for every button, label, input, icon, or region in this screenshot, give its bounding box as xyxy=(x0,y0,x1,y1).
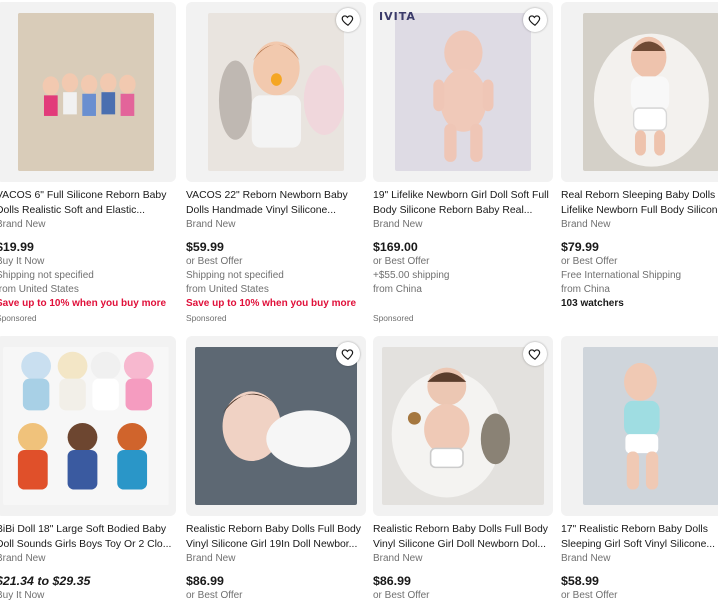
product-photo xyxy=(207,12,345,172)
purchase-format: Buy It Now xyxy=(0,256,45,267)
listing-image[interactable] xyxy=(561,2,718,182)
listing-price: $58.99 xyxy=(561,574,599,588)
listing-condition: Brand New xyxy=(186,553,236,564)
doll-picture xyxy=(394,12,532,172)
listing-card[interactable]: IVITA 19" Lifelike Newborn Girl Doll Sof… xyxy=(373,2,553,324)
product-photo xyxy=(582,346,718,506)
purchase-format: Buy It Now xyxy=(0,590,45,600)
sponsored-label: Sponsored xyxy=(186,313,227,323)
promo-text: Save up to 10% when you buy more xyxy=(186,298,357,309)
listing-card[interactable]: VACOS 22" Reborn Newborn Baby Dolls Hand… xyxy=(186,2,366,324)
purchase-format: or Best Offer xyxy=(373,590,430,600)
purchase-format: or Best Offer xyxy=(373,256,430,267)
sponsored-label: Sponsored xyxy=(0,313,37,323)
purchase-format: or Best Offer xyxy=(561,590,618,600)
listing-condition: Brand New xyxy=(186,219,236,230)
listing-card[interactable]: Realistic Reborn Baby Dolls Full Body Vi… xyxy=(186,336,366,600)
listing-condition: Brand New xyxy=(561,553,611,564)
listing-price: $19.99 xyxy=(0,240,34,254)
listing-condition: Brand New xyxy=(0,553,46,564)
listing-image[interactable] xyxy=(373,336,553,516)
listing-image[interactable] xyxy=(186,336,366,516)
shipping-info: Shipping not specified xyxy=(186,270,284,281)
shipping-info: Shipping not specified xyxy=(0,270,94,281)
listing-card[interactable]: VACOS 6" Full Silicone Reborn Baby Dolls… xyxy=(0,2,176,324)
product-photo xyxy=(582,12,718,172)
listing-price: $86.99 xyxy=(186,574,224,588)
brand-watermark: IVITA xyxy=(379,10,416,23)
listing-image[interactable] xyxy=(0,2,176,182)
purchase-format: or Best Offer xyxy=(561,256,618,267)
product-photo xyxy=(195,346,357,506)
doll-group-picture xyxy=(17,12,155,172)
listing-condition: Brand New xyxy=(561,219,611,230)
listing-condition: Brand New xyxy=(373,553,423,564)
listing-image[interactable] xyxy=(186,2,366,182)
doll-picture xyxy=(195,346,357,506)
listing-condition: Brand New xyxy=(373,219,423,230)
listing-price: $86.99 xyxy=(373,574,411,588)
listing-title[interactable]: 19" Lifelike Newborn Girl Doll Soft Full… xyxy=(373,188,553,218)
item-location: from United States xyxy=(186,284,269,295)
listing-price: $169.00 xyxy=(373,240,418,254)
listing-price: $21.34 to $29.35 xyxy=(0,574,91,588)
product-photo xyxy=(382,346,544,506)
doll-picture xyxy=(582,346,718,506)
listing-card[interactable]: Realistic Reborn Baby Dolls Full Body Vi… xyxy=(373,336,553,600)
item-location: from China xyxy=(561,284,610,295)
heart-icon xyxy=(528,349,541,360)
product-photo xyxy=(3,346,169,506)
sponsored-label: Sponsored xyxy=(373,313,414,323)
shipping-info: +$55.00 shipping xyxy=(373,270,450,281)
listing-price: $59.99 xyxy=(186,240,224,254)
heart-icon xyxy=(528,15,541,26)
listing-card[interactable]: 17" Realistic Reborn Baby Dolls Sleeping… xyxy=(561,336,718,600)
listing-title[interactable]: BiBi Doll 18" Large Soft Bodied Baby Dol… xyxy=(0,522,176,552)
listing-image[interactable] xyxy=(0,336,176,516)
listing-card[interactable]: BiBi Doll 18" Large Soft Bodied Baby Dol… xyxy=(0,336,176,600)
heart-icon xyxy=(341,15,354,26)
item-location: from United States xyxy=(0,284,79,295)
listing-image[interactable] xyxy=(561,336,718,516)
heart-icon xyxy=(341,349,354,360)
watch-heart-button[interactable] xyxy=(336,8,360,32)
listing-card[interactable]: Real Reborn Sleeping Baby Dolls Lifelike… xyxy=(561,2,718,311)
listing-price: $79.99 xyxy=(561,240,599,254)
product-photo xyxy=(17,12,155,172)
watch-heart-button[interactable] xyxy=(523,342,547,366)
watch-heart-button[interactable] xyxy=(336,342,360,366)
listing-title[interactable]: VACOS 22" Reborn Newborn Baby Dolls Hand… xyxy=(186,188,366,218)
purchase-format: or Best Offer xyxy=(186,256,243,267)
listing-title[interactable]: Realistic Reborn Baby Dolls Full Body Vi… xyxy=(186,522,366,552)
watchers-count: 103 watchers xyxy=(561,298,624,309)
doll-picture xyxy=(207,12,345,172)
doll-group-picture xyxy=(3,346,169,506)
listing-title[interactable]: Realistic Reborn Baby Dolls Full Body Vi… xyxy=(373,522,553,552)
listing-title[interactable]: 17" Realistic Reborn Baby Dolls Sleeping… xyxy=(561,522,718,552)
purchase-format: or Best Offer xyxy=(186,590,243,600)
promo-text: Save up to 10% when you buy more xyxy=(0,298,167,309)
listing-condition: Brand New xyxy=(0,219,46,230)
item-location: from China xyxy=(373,284,422,295)
listing-image[interactable]: IVITA xyxy=(373,2,553,182)
doll-picture xyxy=(582,12,718,172)
doll-picture xyxy=(382,346,544,506)
shipping-info: Free International Shipping xyxy=(561,270,682,281)
listing-title[interactable]: Real Reborn Sleeping Baby Dolls Lifelike… xyxy=(561,188,718,218)
watch-heart-button[interactable] xyxy=(523,8,547,32)
product-photo xyxy=(394,12,532,172)
listing-title[interactable]: VACOS 6" Full Silicone Reborn Baby Dolls… xyxy=(0,188,176,218)
